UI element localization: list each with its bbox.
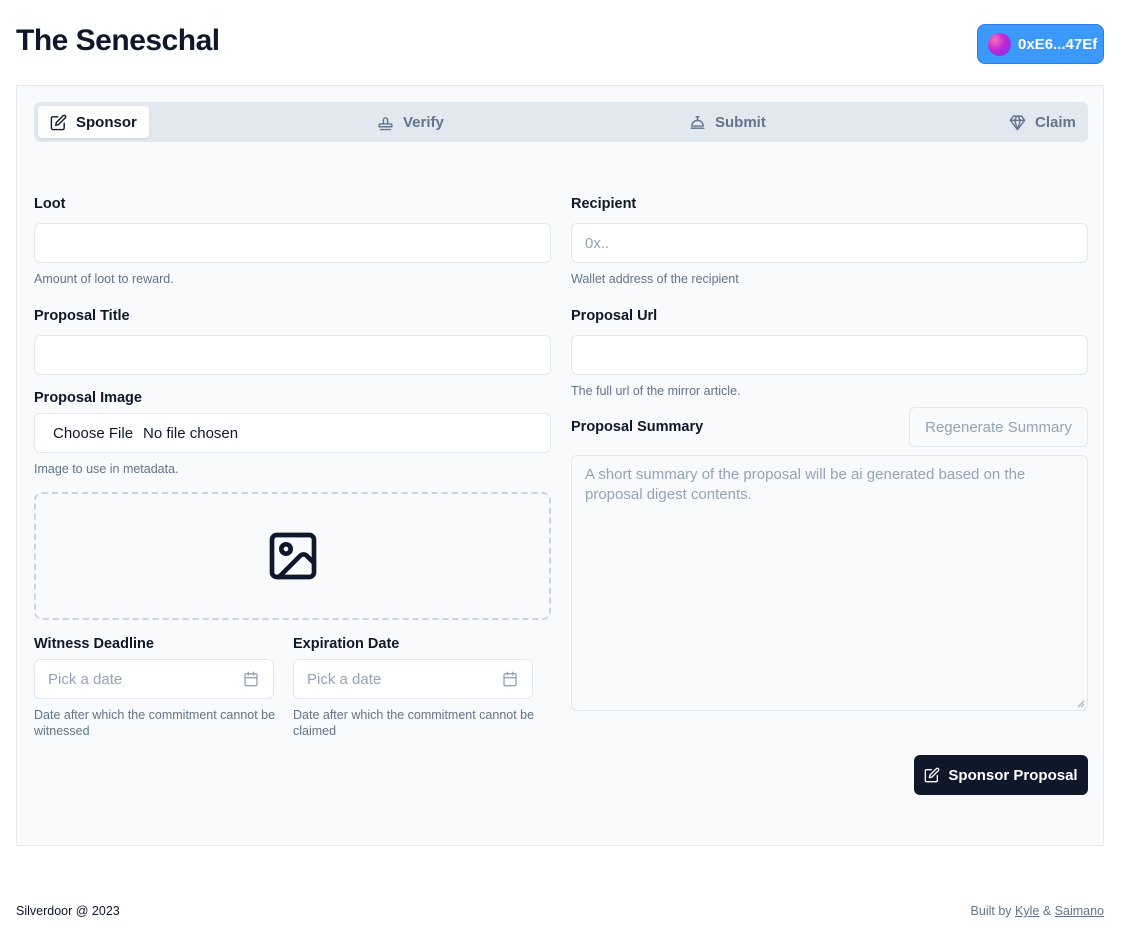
footer-ampersand: & <box>1042 904 1052 918</box>
image-icon <box>269 532 316 580</box>
tab-verify-label: Verify <box>403 113 444 131</box>
witness-deadline-label: Witness Deadline <box>34 636 154 652</box>
proposal-image-file-input[interactable]: Choose File No file chosen <box>34 413 551 453</box>
footer-copyright: Silverdoor @ 2023 <box>16 904 120 918</box>
author-link-saimano[interactable]: Saimano <box>1055 904 1104 918</box>
proposal-url-help: The full url of the mirror article. <box>571 384 741 398</box>
loot-input[interactable] <box>34 223 551 263</box>
edit-icon <box>50 114 67 130</box>
tab-claim[interactable]: Claim <box>997 106 1088 138</box>
wallet-avatar <box>988 32 1011 56</box>
proposal-image-label: Proposal Image <box>34 390 142 406</box>
expiration-date-picker[interactable]: Pick a date <box>293 659 533 699</box>
gem-icon <box>1009 114 1026 130</box>
stamp-icon <box>378 116 393 130</box>
proposal-summary-label: Proposal Summary <box>571 419 704 435</box>
app-title: The Seneschal <box>16 24 220 57</box>
witness-deadline-placeholder: Pick a date <box>48 670 123 688</box>
tab-verify[interactable]: Verify <box>365 106 456 138</box>
image-preview-dropzone[interactable] <box>34 492 551 620</box>
recipient-label: Recipient <box>571 196 637 212</box>
proposal-title-input[interactable] <box>34 335 551 375</box>
tab-sponsor-label: Sponsor <box>76 113 137 131</box>
proposal-summary-placeholder: A short summary of the proposal will be … <box>585 466 1026 503</box>
proposal-summary-textarea[interactable]: A short summary of the proposal will be … <box>571 455 1088 711</box>
expiration-date-help: Date after which the commitment cannot b… <box>293 708 535 738</box>
file-status: No file chosen <box>143 424 239 442</box>
tab-submit-label: Submit <box>715 113 766 131</box>
proposal-title-label: Proposal Title <box>34 308 130 324</box>
sponsor-proposal-label: Sponsor Proposal <box>948 766 1078 784</box>
author-link-kyle[interactable]: Kyle <box>1015 904 1039 918</box>
calendar-icon <box>503 671 517 687</box>
recipient-help: Wallet address of the recipient <box>571 272 739 286</box>
loot-label: Loot <box>34 196 66 212</box>
recipient-input[interactable]: 0x.. <box>571 223 1088 263</box>
choose-file-button[interactable]: Choose File <box>53 425 133 442</box>
calendar-icon <box>244 671 258 687</box>
sponsor-proposal-button[interactable]: Sponsor Proposal <box>914 755 1088 795</box>
loot-help: Amount of loot to reward. <box>34 272 174 286</box>
wallet-button[interactable]: 0xE6...47Ef <box>977 24 1104 64</box>
edit-icon <box>925 767 940 783</box>
tab-list: Sponsor Verify Submit Claim <box>34 102 1088 142</box>
tab-sponsor[interactable]: Sponsor <box>38 106 149 138</box>
regenerate-summary-button[interactable]: Regenerate Summary <box>909 407 1088 447</box>
witness-deadline-picker[interactable]: Pick a date <box>34 659 274 699</box>
witness-deadline-help: Date after which the commitment cannot b… <box>34 708 276 738</box>
expiration-date-label: Expiration Date <box>293 636 400 652</box>
footer-built-by: Built by <box>970 904 1012 918</box>
sponsor-card: Sponsor Verify Submit Claim Loot Amount … <box>16 85 1104 846</box>
resize-handle-icon[interactable] <box>1077 700 1085 708</box>
wallet-address: 0xE6...47Ef <box>1018 35 1098 53</box>
tab-submit[interactable]: Submit <box>677 106 778 138</box>
tab-claim-label: Claim <box>1035 113 1076 131</box>
proposal-image-help: Image to use in metadata. <box>34 462 179 476</box>
proposal-url-label: Proposal Url <box>571 308 658 324</box>
expiration-date-placeholder: Pick a date <box>307 670 382 688</box>
proposal-url-input[interactable] <box>571 335 1088 375</box>
footer-credits: Built by Kyle & Saimano <box>971 904 1104 918</box>
bell-icon <box>690 115 705 129</box>
